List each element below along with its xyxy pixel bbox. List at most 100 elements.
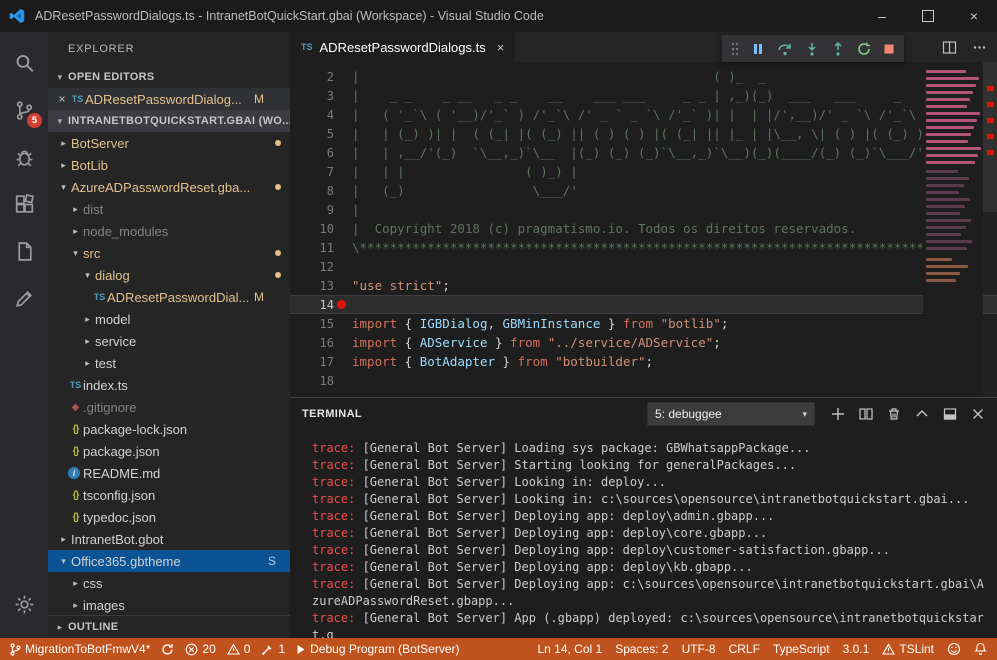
restart-icon[interactable]	[857, 42, 871, 56]
pause-icon[interactable]	[751, 42, 765, 56]
tree-item-label: dialog	[95, 268, 130, 283]
status-item-sync[interactable]	[161, 643, 174, 656]
terminal-line: trace: [General Bot Server] Starting loo…	[312, 457, 987, 474]
minimize-button[interactable]: –	[859, 0, 905, 32]
tree-item-azureadpasswordreset-gba[interactable]: ▾AzureADPasswordReset.gba...	[48, 176, 290, 198]
minimap-line	[926, 233, 961, 236]
terminal-actions	[831, 407, 985, 421]
tree-item-dialog[interactable]: ▾dialog	[48, 264, 290, 286]
maximize-panel-icon[interactable]	[915, 407, 929, 421]
tab-adresetpassworddialogs-ts[interactable]: TS ADResetPasswordDialogs.ts ×	[290, 32, 515, 62]
minimap-line	[926, 161, 975, 164]
tree-item-src[interactable]: ▾src	[48, 242, 290, 264]
status-item-encoding[interactable]: UTF-8	[682, 642, 716, 656]
feedback-edit-icon[interactable]	[0, 275, 48, 322]
status-item-warnings[interactable]: 0	[227, 642, 251, 656]
minimap-line	[926, 147, 981, 150]
maximize-button[interactable]	[905, 0, 951, 32]
debug-icon[interactable]	[0, 134, 48, 181]
modified-dot	[275, 250, 281, 256]
modified-dot	[275, 272, 281, 278]
status-item-feedback[interactable]	[947, 642, 961, 656]
code-text: | | | ( )_) | |	[352, 164, 939, 179]
line-number: 8	[290, 184, 334, 198]
step-into-icon[interactable]	[805, 42, 819, 56]
tree-item-label: BotServer	[71, 136, 129, 151]
extensions-icon[interactable]	[0, 181, 48, 228]
tree-item-service[interactable]: ▸service	[48, 330, 290, 352]
stop-icon[interactable]	[883, 43, 895, 55]
tree-item-adresetpassworddial[interactable]: TSADResetPasswordDial...M	[48, 286, 290, 308]
tree-item-tsconfig-json[interactable]: {}tsconfig.json	[48, 484, 290, 506]
kill-terminal-icon[interactable]	[887, 407, 901, 421]
tree-item-test[interactable]: ▸test	[48, 352, 290, 374]
settings-icon[interactable]	[0, 581, 48, 628]
toggle-panel-icon[interactable]	[943, 407, 957, 421]
tree-item-package-json[interactable]: {}package.json	[48, 440, 290, 462]
workspace-header[interactable]: ▾ INTRANETBOTQUICKSTART.GBAI (WO...	[48, 110, 290, 132]
tree-item-model[interactable]: ▸model	[48, 308, 290, 330]
close-button[interactable]: ×	[951, 0, 997, 32]
tree-item-readme-md[interactable]: iREADME.md	[48, 462, 290, 484]
outline-header[interactable]: ▸ OUTLINE	[48, 615, 290, 638]
status-item-indentation[interactable]: Spaces: 2	[615, 642, 668, 656]
tree-item-dist[interactable]: ▸dist	[48, 198, 290, 220]
status-item-cursor-position[interactable]: Ln 14, Col 1	[537, 642, 602, 656]
tree-item-gitignore[interactable]: ◆.gitignore	[48, 396, 290, 418]
minimap[interactable]	[923, 62, 983, 397]
status-item-errors[interactable]: 20	[185, 642, 215, 656]
tree-item-index-ts[interactable]: TSindex.ts	[48, 374, 290, 396]
step-out-icon[interactable]	[831, 42, 845, 56]
open-editors-header[interactable]: ▾ OPEN EDITORS	[48, 66, 290, 88]
status-item-language-mode[interactable]: TypeScript	[773, 642, 830, 656]
tree-item-label: images	[83, 598, 125, 613]
open-editor-item[interactable]: ×TSADResetPasswordDialog...M	[48, 88, 290, 110]
status-item-debug-target[interactable]: Debug Program (BotServer)	[296, 642, 459, 656]
search-icon[interactable]	[0, 40, 48, 87]
json-file-icon: {}	[68, 512, 83, 523]
split-terminal-icon[interactable]	[859, 407, 873, 421]
explorer-icon[interactable]	[0, 228, 48, 275]
code-line: 8| (_) \___/' |	[290, 181, 997, 200]
status-item-ts-version[interactable]: 3.0.1	[843, 642, 870, 656]
tree-item-label: package-lock.json	[83, 422, 187, 437]
terminal-output[interactable]: trace: [General Bot Server] Loading sys …	[290, 430, 997, 638]
close-panel-icon[interactable]	[971, 407, 985, 421]
tree-item-node-modules[interactable]: ▸node_modules	[48, 220, 290, 242]
tree-item-package-lock-json[interactable]: {}package-lock.json	[48, 418, 290, 440]
step-over-icon[interactable]	[777, 42, 793, 56]
tree-item-typedoc-json[interactable]: {}typedoc.json	[48, 506, 290, 528]
sync-icon	[161, 643, 174, 656]
source-control-icon[interactable]: 5	[0, 87, 48, 134]
terminal-tab[interactable]: TERMINAL	[302, 408, 362, 420]
minimap-line	[926, 177, 969, 180]
minimap-line	[926, 272, 960, 275]
more-actions-icon[interactable]	[972, 40, 987, 55]
code-line: 13"use strict";	[290, 276, 997, 295]
new-terminal-icon[interactable]	[831, 407, 845, 421]
minimap-line	[926, 105, 967, 108]
code-line: 9| |	[290, 200, 997, 219]
code-editor[interactable]: 2| ( )_ _ |3| _ _ _ __ _ _ __ ___ ___ _ …	[290, 62, 997, 397]
tree-item-botlib[interactable]: ▸BotLib	[48, 154, 290, 176]
split-editor-icon[interactable]	[942, 40, 957, 55]
tree-item-label: BotLib	[71, 158, 108, 173]
tree-item-css[interactable]: ▸css	[48, 572, 290, 594]
minimap-line	[926, 226, 966, 229]
status-item-eol[interactable]: CRLF	[729, 642, 760, 656]
status-item-notifications[interactable]	[974, 642, 987, 656]
tree-item-label: README.md	[83, 466, 160, 481]
terminal-selector-dropdown[interactable]: 5: debuggee ▾	[647, 402, 815, 426]
minimap-line	[926, 205, 965, 208]
tree-item-office365-gbtheme[interactable]: ▾Office365.gbthemeS	[48, 550, 290, 572]
editor-scrollbar[interactable]	[983, 62, 997, 397]
tree-item-intranetbot-gbot[interactable]: ▸IntranetBot.gbot	[48, 528, 290, 550]
tree-item-images[interactable]: ▸images	[48, 594, 290, 615]
tree-item-botserver[interactable]: ▸BotServer	[48, 132, 290, 154]
close-icon[interactable]: ×	[54, 92, 70, 106]
status-item-tasks[interactable]: 1	[261, 642, 285, 656]
status-item-git-branch[interactable]: MigrationToBotFmwV4*	[10, 642, 150, 656]
tab-close-icon[interactable]: ×	[497, 40, 505, 55]
tree-item-label: Office365.gbtheme	[71, 554, 181, 569]
status-item-tslint[interactable]: TSLint	[882, 642, 934, 656]
